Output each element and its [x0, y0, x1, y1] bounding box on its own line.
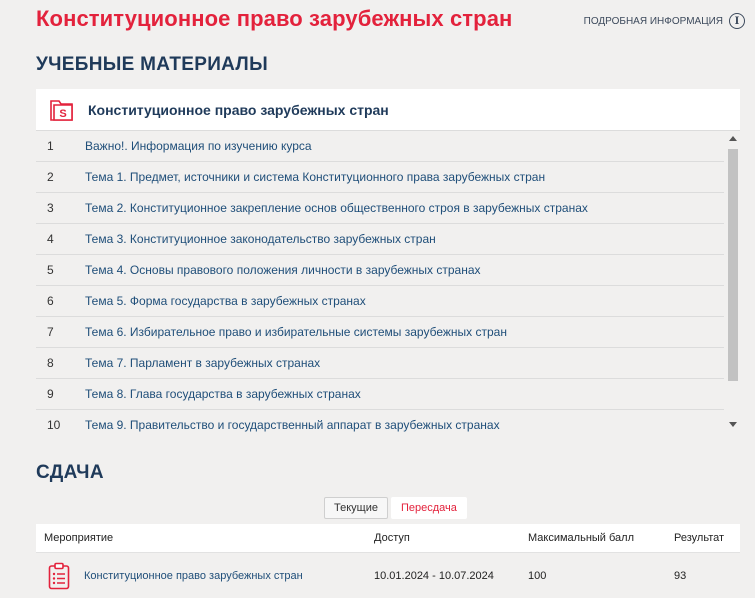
course-header[interactable]: S Конституционное право зарубежных стран [36, 89, 740, 131]
scroll-up-icon[interactable] [729, 136, 737, 141]
results-table: Мероприятие Доступ Максимальный балл Рез… [36, 524, 740, 598]
column-header-event: Мероприятие [44, 532, 114, 544]
topic-rows: 1 Важно!. Информация по изучению курса 2 Т… [36, 131, 740, 435]
topic-number: 8 [47, 356, 54, 370]
list-item[interactable]: 6 Тема 5. Форма государства в зарубежных … [36, 286, 724, 317]
result-cell: 93 [674, 570, 687, 582]
topic-number: 4 [47, 232, 54, 246]
table-header: Мероприятие Доступ Максимальный балл Рез… [36, 524, 740, 553]
clipboard-list-icon [48, 562, 70, 590]
scroll-down-icon[interactable] [729, 422, 737, 427]
list-item[interactable]: 7 Тема 6. Избирательное право и избирател… [36, 317, 724, 348]
topic-link[interactable]: Тема 6. Избирательное право и избиратель… [85, 325, 507, 339]
list-item[interactable]: 9 Тема 8. Глава государства в зарубежных … [36, 379, 724, 410]
table-row: Конституционное право зарубежных стран 1… [36, 553, 740, 598]
topic-link[interactable]: Тема 7. Парламент в зарубежных странах [85, 356, 320, 370]
event-cell: Конституционное право зарубежных стран [36, 562, 374, 590]
list-item[interactable]: 4 Тема 3. Конституционное законодательств… [36, 224, 724, 255]
tab-current[interactable]: Текущие [324, 497, 388, 519]
topic-link[interactable]: Тема 3. Конституционное законодательство… [85, 232, 436, 246]
page-title: Конституционное право зарубежных стран [36, 6, 513, 31]
materials-panel: S Конституционное право зарубежных стран… [36, 89, 740, 435]
list-item[interactable]: 1 Важно!. Информация по изучению курса [36, 131, 724, 162]
topic-link[interactable]: Тема 9. Правительство и государственный … [85, 418, 500, 432]
topic-link[interactable]: Важно!. Информация по изучению курса [85, 139, 312, 153]
list-item[interactable]: 2 Тема 1. Предмет, источники и система Ко… [36, 162, 724, 193]
topics-list: 1 Важно!. Информация по изучению курса 2 Т… [36, 131, 740, 435]
topic-number: 9 [47, 387, 54, 401]
info-icon[interactable]: i [729, 13, 745, 29]
list-item[interactable]: 8 Тема 7. Парламент в зарубежных странах [36, 348, 724, 379]
more-info-label: ПОДРОБНАЯ ИНФОРМАЦИЯ [583, 15, 723, 27]
topic-number: 3 [47, 201, 54, 215]
topic-link[interactable]: Тема 4. Основы правового положения лично… [85, 263, 481, 277]
folder-s-icon: S [50, 99, 73, 121]
topic-number: 2 [47, 170, 54, 184]
course-label: Конституционное право зарубежных стран [88, 101, 389, 118]
exam-tabs: Текущие Пересдача [324, 497, 467, 519]
topic-link[interactable]: Тема 5. Форма государства в зарубежных с… [85, 294, 366, 308]
topic-number: 5 [47, 263, 54, 277]
event-link[interactable]: Конституционное право зарубежных стран [84, 570, 303, 582]
topics-scrollbar[interactable] [726, 131, 740, 435]
list-item[interactable]: 5 Тема 4. Основы правового положения личн… [36, 255, 724, 286]
topic-number: 7 [47, 325, 54, 339]
topic-number: 6 [47, 294, 54, 308]
access-cell: 10.01.2024 - 10.07.2024 [374, 570, 494, 582]
column-header-result: Результат [674, 532, 725, 544]
column-header-max: Максимальный балл [528, 532, 634, 544]
list-item[interactable]: 3 Тема 2. Конституционное закрепление осн… [36, 193, 724, 224]
svg-text:S: S [59, 108, 66, 120]
topic-link[interactable]: Тема 2. Конституционное закрепление осно… [85, 201, 588, 215]
more-info-link[interactable]: ПОДРОБНАЯ ИНФОРМАЦИЯ i [584, 13, 745, 29]
max-score-cell: 100 [528, 570, 547, 582]
materials-section-title: УЧЕБНЫЕ МАТЕРИАЛЫ [36, 54, 268, 75]
topic-number: 1 [47, 139, 54, 153]
tab-retake[interactable]: Пересдача [390, 497, 467, 519]
column-header-access: Доступ [374, 532, 410, 544]
list-item[interactable]: 10 Тема 9. Правительство и государственны… [36, 410, 724, 435]
topic-number: 10 [47, 418, 61, 432]
topic-link[interactable]: Тема 8. Глава государства в зарубежных с… [85, 387, 361, 401]
scroll-thumb[interactable] [728, 149, 738, 381]
topic-link[interactable]: Тема 1. Предмет, источники и система Кон… [85, 170, 545, 184]
exams-section-title: СДАЧА [36, 462, 104, 483]
